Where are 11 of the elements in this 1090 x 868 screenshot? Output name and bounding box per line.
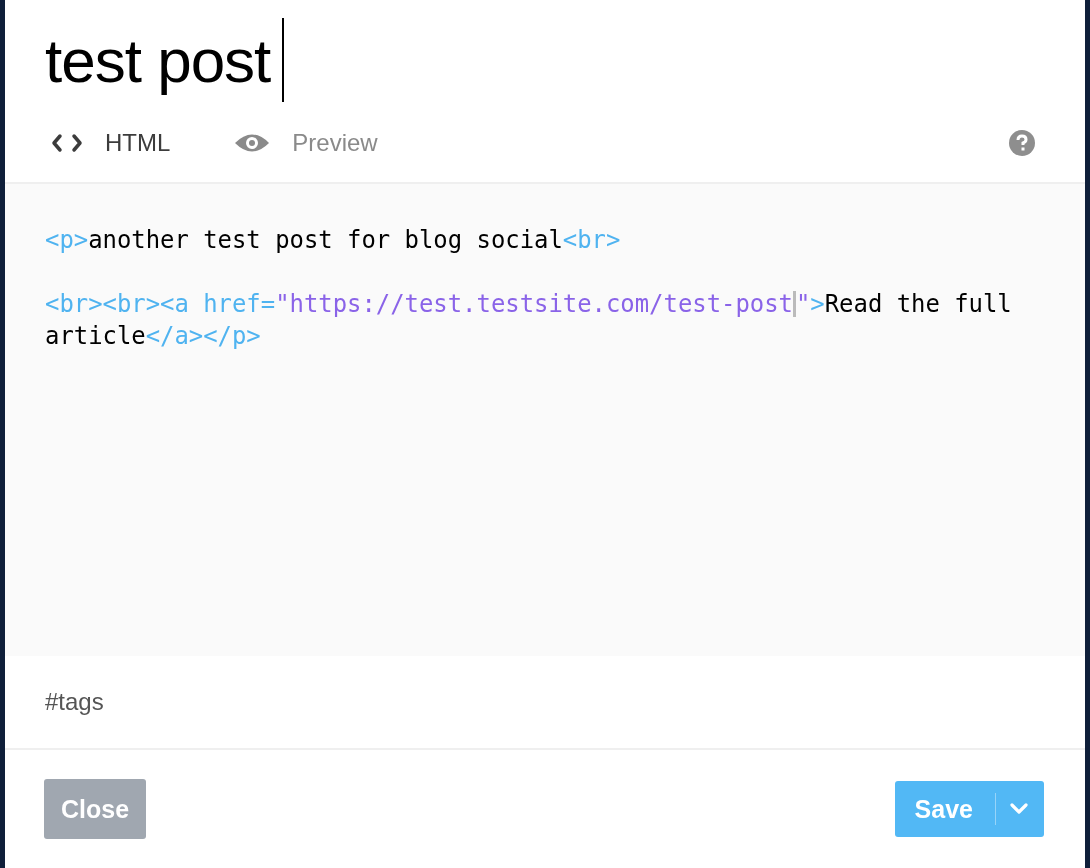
help-icon[interactable] — [1009, 130, 1035, 156]
chevron-down-icon[interactable] — [1010, 803, 1028, 815]
post-title[interactable]: test post — [45, 24, 271, 96]
editor-tab[interactable]: Preview — [234, 129, 378, 157]
save-button[interactable]: Save — [894, 781, 1044, 837]
code-icon — [51, 133, 83, 153]
code-line: <br><br><a href="https://test.testsite.com/test-post">Read the full article</a></p> — [45, 289, 1013, 352]
editor-tab[interactable]: HTML — [51, 129, 171, 157]
code-line: <p>another test post for blog social<br> — [45, 225, 622, 256]
eye-icon — [234, 132, 271, 154]
close-button[interactable]: Close — [44, 779, 146, 839]
